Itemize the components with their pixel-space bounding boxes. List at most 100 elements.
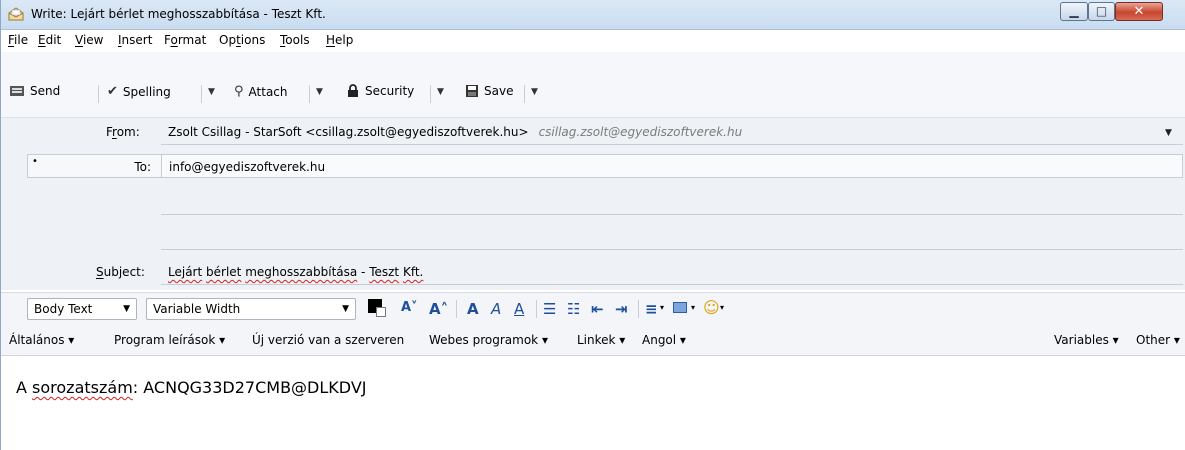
toolbar-separator xyxy=(638,300,639,318)
template-web-programs[interactable]: Webes programok ▾ xyxy=(429,333,548,347)
menu-bar: File Edit View Insert Format Options Too… xyxy=(1,30,1185,52)
font-select[interactable]: Variable Width ▼ xyxy=(146,298,356,320)
chevron-down-icon: ▼ xyxy=(342,304,349,314)
subject-word: Teszt xyxy=(369,265,400,279)
insert-icon[interactable] xyxy=(673,302,687,313)
security-dropdown-icon[interactable]: ▼ xyxy=(437,87,444,97)
message-header: From: Zsolt Csillag - StarSoft <csillag.… xyxy=(1,118,1185,290)
toolbar-separator xyxy=(536,300,537,318)
quicktext-toolbar: Általános ▾ Program leírások ▾ Új verzió… xyxy=(1,324,1185,356)
subject-word: bérlet xyxy=(206,265,242,279)
field-divider xyxy=(161,144,1183,145)
main-toolbar: Send ✔ Spelling ▼ ⚲ Attach ▼ Security ▼ xyxy=(1,80,1185,106)
misspelled-word: sorozatszám xyxy=(32,378,133,397)
subject-field[interactable]: Lejárt bérlet meghosszabbítása - Teszt K… xyxy=(168,265,423,279)
window-title: Write: Lejárt bérlet meghosszabbítása - … xyxy=(31,7,326,21)
save-icon xyxy=(466,85,478,97)
numbered-list-icon[interactable]: ☷ xyxy=(567,300,580,318)
font-larger-icon[interactable]: A˄ xyxy=(429,300,448,318)
menu-edit[interactable]: Edit xyxy=(38,33,61,47)
from-select[interactable]: Zsolt Csillag - StarSoft <csillag.zsolt@… xyxy=(168,125,742,139)
from-value: Zsolt Csillag - StarSoft <csillag.zsolt@… xyxy=(168,125,529,139)
close-button[interactable]: ✕ xyxy=(1115,2,1163,21)
to-label: To: xyxy=(134,160,151,174)
template-program-descriptions[interactable]: Program leírások ▾ xyxy=(114,333,225,347)
security-button[interactable]: Security xyxy=(346,84,414,98)
attach-label: Attach xyxy=(248,84,288,99)
insert-dropdown-icon[interactable]: ▾ xyxy=(691,303,695,312)
compose-window: Write: Lejárt bérlet meghosszabbítása - … xyxy=(0,0,1185,450)
paperclip-icon: ⚲ xyxy=(234,84,244,99)
field-divider xyxy=(161,284,1183,285)
checkmark-icon: ✔ xyxy=(107,84,118,99)
align-icon[interactable]: ≡ xyxy=(645,300,658,318)
smiley-icon[interactable]: ☺ xyxy=(703,298,720,317)
indent-icon[interactable]: ⇥ xyxy=(615,300,628,318)
menu-format[interactable]: Format xyxy=(164,33,206,47)
spelling-dropdown-icon[interactable]: ▼ xyxy=(208,87,215,97)
recipient-bullet-icon: • xyxy=(32,156,38,167)
attach-dropdown-icon[interactable]: ▼ xyxy=(316,87,323,97)
template-english[interactable]: Angol ▾ xyxy=(642,333,686,347)
from-dropdown-icon[interactable]: ▼ xyxy=(1165,128,1172,138)
outdent-icon[interactable]: ⇤ xyxy=(591,300,604,318)
template-links[interactable]: Linkek ▾ xyxy=(577,333,625,347)
to-address-field[interactable]: info@egyediszoftverek.hu xyxy=(161,154,1183,178)
subject-word: Lejárt xyxy=(168,265,203,279)
underline-icon[interactable]: A xyxy=(514,300,524,318)
align-dropdown-icon[interactable]: ▾ xyxy=(660,303,664,312)
title-bar[interactable]: Write: Lejárt bérlet meghosszabbítása - … xyxy=(1,0,1185,30)
menu-file[interactable]: File xyxy=(8,33,28,47)
recipient-type-select[interactable]: • To: xyxy=(27,154,161,178)
toolbar-separator xyxy=(98,85,99,103)
spelling-button[interactable]: ✔ Spelling xyxy=(107,84,171,99)
minimize-icon: ▁ xyxy=(1069,4,1079,18)
from-label: From: xyxy=(106,125,140,139)
template-general[interactable]: Általános ▾ xyxy=(9,333,74,347)
other-menu[interactable]: Other ▾ xyxy=(1136,333,1180,347)
subject-separator: - xyxy=(357,265,370,279)
paragraph-style-select[interactable]: Body Text ▼ xyxy=(27,298,137,320)
send-button[interactable]: Send xyxy=(9,84,60,98)
template-new-version[interactable]: Új verzió van a szerveren xyxy=(252,333,404,347)
maximize-icon: □ xyxy=(1095,4,1108,18)
subject-word: Kft. xyxy=(402,265,424,279)
menu-view[interactable]: View xyxy=(75,33,103,47)
bold-icon[interactable]: A xyxy=(467,300,479,318)
spelling-label: Spelling xyxy=(122,84,171,99)
maximize-button[interactable]: □ xyxy=(1088,2,1115,21)
message-body-editor[interactable]: A sorozatszám: ACNQG33D27CMB@DLKDVJ xyxy=(1,357,1185,450)
from-identity-email: csillag.zsolt@egyediszoftverek.hu xyxy=(538,125,743,139)
toolbar-separator xyxy=(524,85,525,103)
bulleted-list-icon[interactable]: ☰ xyxy=(543,300,556,318)
italic-icon[interactable]: A xyxy=(491,300,501,318)
toolbar-separator xyxy=(456,300,457,318)
send-icon xyxy=(10,86,24,96)
save-button[interactable]: Save xyxy=(465,84,513,98)
menu-options[interactable]: Options xyxy=(219,33,265,47)
background-color-icon[interactable] xyxy=(376,307,386,317)
to-value: info@egyediszoftverek.hu xyxy=(169,160,326,174)
menu-help[interactable]: Help xyxy=(326,33,353,47)
empty-address-row[interactable] xyxy=(161,214,1183,215)
security-label: Security xyxy=(365,84,415,98)
font-smaller-icon[interactable]: A˅ xyxy=(401,300,418,315)
smiley-dropdown-icon[interactable]: ▾ xyxy=(720,303,724,312)
toolbar-separator xyxy=(201,85,202,103)
save-dropdown-icon[interactable]: ▼ xyxy=(531,87,538,97)
subject-label: Subject: xyxy=(96,265,145,279)
send-label: Send xyxy=(30,84,61,98)
app-icon xyxy=(8,7,24,21)
variables-menu[interactable]: Variables ▾ xyxy=(1054,333,1119,347)
minimize-button[interactable]: ▁ xyxy=(1060,2,1088,21)
menu-insert[interactable]: Insert xyxy=(118,33,152,47)
body-text: A sorozatszám: ACNQG33D27CMB@DLKDVJ xyxy=(16,378,367,397)
empty-address-row[interactable] xyxy=(161,249,1183,250)
lock-icon xyxy=(348,84,358,97)
subject-word: meghosszabbítása xyxy=(245,265,358,279)
toolbar-separator xyxy=(430,85,431,103)
attach-button[interactable]: ⚲ Attach xyxy=(234,84,288,99)
close-icon: ✕ xyxy=(1133,4,1145,19)
save-label: Save xyxy=(484,84,514,98)
menu-tools[interactable]: Tools xyxy=(280,33,310,47)
